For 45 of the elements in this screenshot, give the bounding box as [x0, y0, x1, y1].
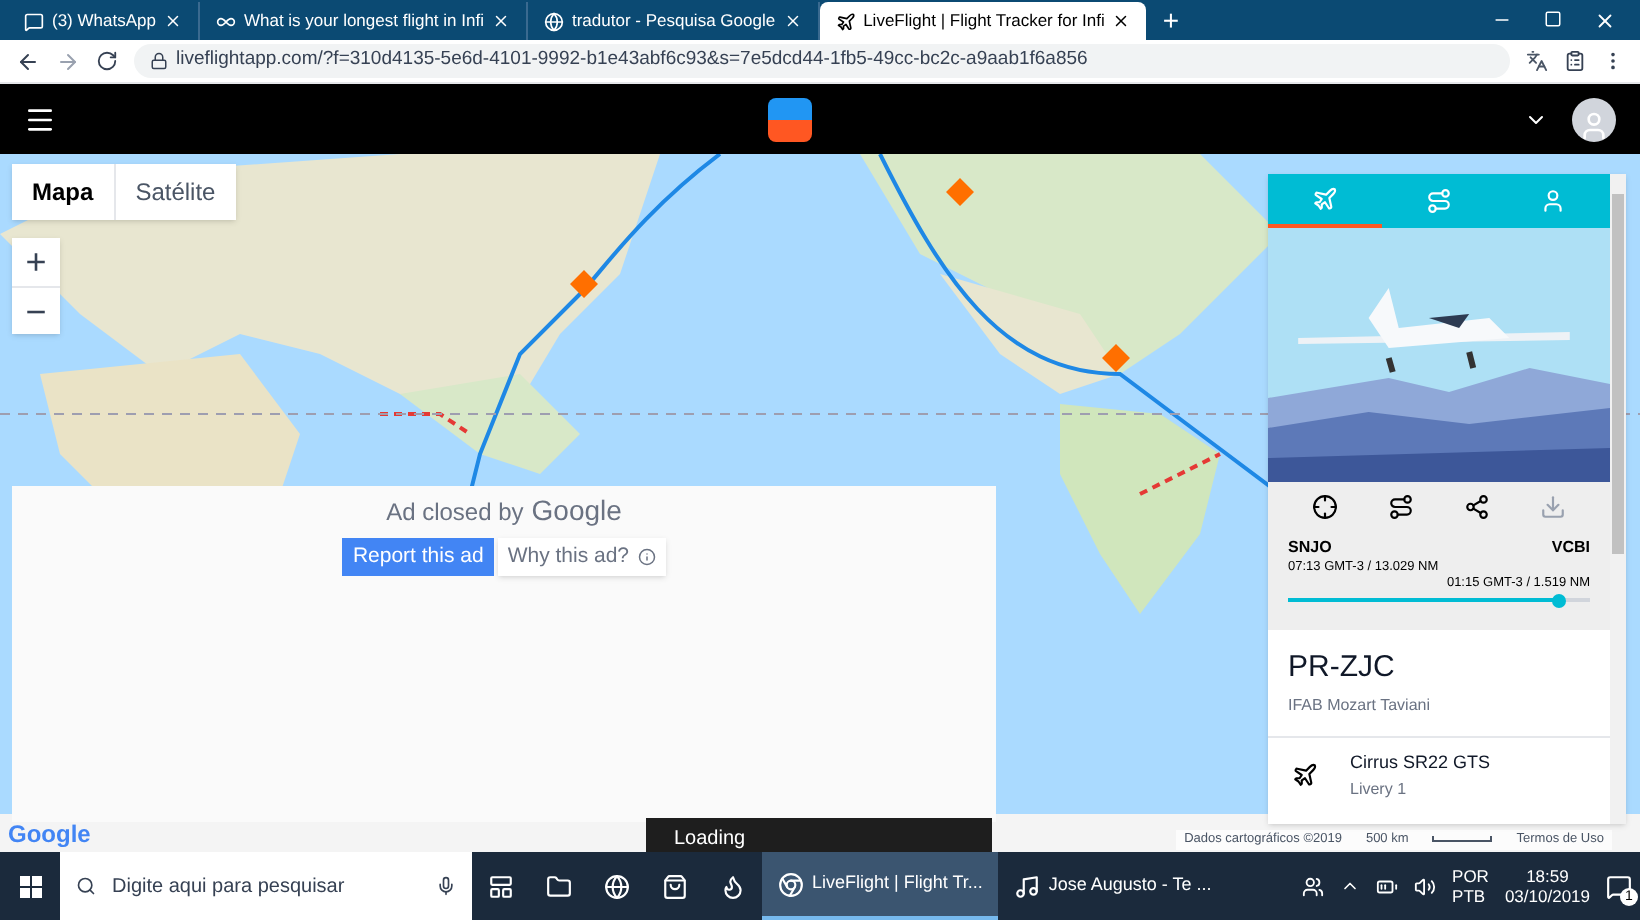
clipboard-icon[interactable]	[1564, 50, 1586, 72]
chrome-icon	[778, 871, 804, 897]
lock-icon	[150, 52, 168, 70]
plane-icon	[835, 11, 856, 31]
close-icon[interactable]	[163, 12, 182, 30]
tab-title: (3) WhatsApp	[52, 8, 156, 34]
translate-icon[interactable]	[1526, 50, 1548, 72]
search-icon[interactable]	[76, 876, 96, 896]
new-tab-button[interactable]: +	[1146, 2, 1196, 40]
task-view-icon	[488, 873, 514, 899]
language-label[interactable]: PTB	[1452, 886, 1489, 906]
microphone-icon[interactable]	[436, 876, 456, 896]
close-icon[interactable]	[1594, 9, 1616, 31]
flame-icon	[720, 873, 746, 899]
menu-icon[interactable]	[24, 103, 56, 135]
chat-bubble-icon	[24, 11, 44, 31]
browser-tab[interactable]: LiveFlight | Flight Tracker for Infi	[819, 2, 1147, 40]
close-icon[interactable]	[783, 12, 802, 30]
tab-title: tradutor - Pesquisa Google	[571, 8, 776, 34]
maximize-icon[interactable]	[1544, 9, 1562, 27]
shopping-bag-icon	[662, 873, 688, 899]
music-icon	[1014, 873, 1041, 899]
reload-icon[interactable]	[96, 50, 118, 72]
clock-time[interactable]: 18:59	[1526, 866, 1569, 886]
globe-icon	[604, 873, 630, 899]
volume-icon[interactable]	[1414, 875, 1437, 897]
taskbar-app[interactable]: LiveFlight | Flight Tr...	[762, 852, 999, 920]
taskbar-app[interactable]: Jose Augusto - Te ...	[998, 852, 1228, 920]
app-logo	[768, 97, 812, 141]
close-icon[interactable]	[491, 12, 510, 30]
globe-icon	[543, 11, 564, 31]
close-icon[interactable]	[1112, 12, 1131, 30]
avatar[interactable]	[1572, 97, 1616, 141]
tab-title: What is your longest flight in Infi	[243, 8, 484, 34]
tab-title: LiveFlight | Flight Tracker for Infi	[863, 8, 1105, 34]
address-field[interactable]: liveflightapp.com/?f=310d4135-5e6d-4101-9992-b1e43abf6c93&s=7e5dcd44-1fb5-49cc-bc2c-a9aab1f6a856	[134, 44, 1510, 78]
folder-icon	[546, 873, 572, 899]
language-label[interactable]: POR	[1452, 866, 1489, 886]
search-bar[interactable]: Digite aqui para pesquisar	[60, 852, 472, 920]
forward-icon[interactable]	[56, 49, 80, 73]
battery-icon[interactable]	[1376, 875, 1399, 897]
people-icon[interactable]	[1302, 875, 1325, 897]
back-icon[interactable]	[16, 49, 40, 73]
clock-date[interactable]: 03/10/2019	[1504, 886, 1590, 906]
search-field[interactable]: Digite aqui para pesquisar	[112, 871, 420, 901]
